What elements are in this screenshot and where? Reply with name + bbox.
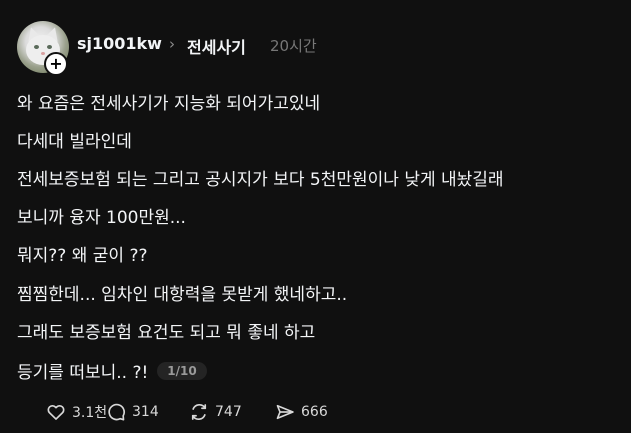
post-text-line: 찜찜한데... 임차인 대항력을 못받게 했네하고.. xyxy=(17,285,348,305)
username-link[interactable]: sj1001kw xyxy=(77,34,162,53)
post-text-line: 보니까 융자 100만원... xyxy=(17,208,186,228)
post-text-line: 등기를 떠보니.. ?! xyxy=(17,363,149,383)
post-text-line: 뭐지?? 왜 굳이 ?? xyxy=(17,246,148,266)
comment-count: 314 xyxy=(132,404,159,420)
comment-button[interactable]: 314 xyxy=(106,402,159,422)
repost-count: 747 xyxy=(215,404,242,420)
comment-icon xyxy=(108,403,125,421)
action-bar: 3.1천 314 747 666 xyxy=(46,402,606,428)
like-button[interactable]: 3.1천 xyxy=(46,402,107,422)
community-link[interactable]: 전세사기 xyxy=(187,34,246,58)
share-count: 666 xyxy=(301,404,328,420)
heart-icon xyxy=(47,404,65,420)
cat-eye-right xyxy=(47,45,52,49)
like-count: 3.1천 xyxy=(72,405,108,421)
post-text-line: 그래도 보증보험 요건도 되고 뭐 좋네 하고 xyxy=(17,323,316,343)
follow-plus-icon[interactable]: + xyxy=(44,52,68,76)
post-last-line: 등기를 떠보니.. ?! 1/10 xyxy=(17,358,207,383)
post-text-line: 와 요즘은 전세사기가 지능화 되어가고있네 xyxy=(17,94,321,114)
cat-nose xyxy=(41,52,45,55)
repost-icon xyxy=(191,403,207,421)
post-timestamp: 20시간 xyxy=(270,37,317,55)
share-button[interactable]: 666 xyxy=(275,402,328,422)
cat-eye-left xyxy=(34,45,39,49)
page-indicator: 1/10 xyxy=(157,362,207,380)
post-header: + sj1001kw › 전세사기 20시간 xyxy=(17,21,617,76)
repost-button[interactable]: 747 xyxy=(189,402,242,422)
post-text-line: 다세대 빌라인데 xyxy=(17,132,132,152)
post-text-line: 전세보증보험 되는 그리고 공시지가 보다 5천만원이나 낮게 내놨길래 xyxy=(17,170,504,190)
chevron-right-icon: › xyxy=(169,35,175,53)
share-icon xyxy=(276,404,294,420)
